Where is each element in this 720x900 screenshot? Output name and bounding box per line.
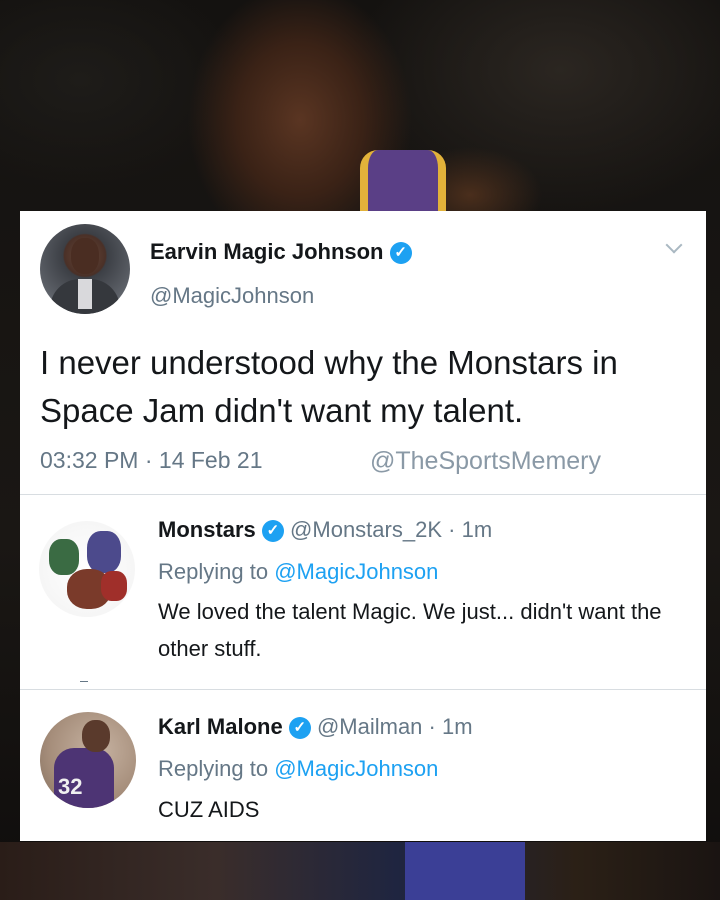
- verified-icon: ✓: [261, 520, 284, 543]
- tweet-time: 03:32 PM: [40, 447, 139, 473]
- tweet-text: I never understood why the Monstars in S…: [40, 344, 618, 429]
- avatar-head: [82, 720, 110, 752]
- avatar-figure: [49, 539, 79, 575]
- avatar-face: [71, 238, 99, 274]
- tweet-meta: 03:32 PM · 14 Feb 21: [40, 447, 263, 474]
- replying-to-link[interactable]: @MagicJohnson: [274, 559, 438, 584]
- divider: [20, 494, 706, 495]
- reply-header: Monstars ✓ @Monstars_2K · 1m: [158, 517, 492, 543]
- meta-separator: ·: [144, 447, 159, 473]
- avatar-karl-malone[interactable]: 32: [40, 712, 136, 808]
- meta-separator: ·: [448, 517, 456, 542]
- tweet-card: Earvin Magic Johnson ✓ @MagicJohnson I n…: [20, 211, 706, 841]
- verified-icon: ✓: [389, 242, 412, 265]
- author-handle[interactable]: @MagicJohnson: [150, 283, 314, 309]
- meta-separator: ·: [428, 714, 436, 739]
- reply-author-handle[interactable]: @Mailman: [317, 714, 422, 739]
- avatar-figure: [101, 571, 127, 601]
- reply-age: 1m: [442, 714, 473, 739]
- divider: [20, 689, 706, 690]
- background-shorts: [405, 842, 525, 900]
- replying-to: Replying to @MagicJohnson: [158, 756, 438, 782]
- avatar-magic-johnson[interactable]: [40, 224, 130, 314]
- chevron-down-icon[interactable]: [665, 236, 683, 254]
- reply-age: 1m: [461, 517, 493, 542]
- tweet-author[interactable]: Earvin Magic Johnson ✓: [150, 239, 412, 265]
- background-jersey: [360, 150, 446, 212]
- divider-mark: [80, 681, 88, 682]
- reply-header: Karl Malone ✓ @Mailman · 1m: [158, 714, 473, 740]
- background-bottom: [0, 842, 720, 900]
- jersey-number: 32: [58, 774, 83, 799]
- reply-text: We loved the talent Magic. We just... di…: [158, 599, 662, 661]
- author-name: Earvin Magic Johnson: [150, 239, 384, 264]
- reply-author-name[interactable]: Monstars: [158, 517, 256, 542]
- replying-to: Replying to @MagicJohnson: [158, 559, 438, 585]
- reply-text: CUZ AIDS: [158, 797, 260, 822]
- avatar-monstars[interactable]: [39, 521, 135, 617]
- avatar-figure: [87, 531, 121, 573]
- reply-author-name[interactable]: Karl Malone: [158, 714, 283, 739]
- watermark: @TheSportsMemery: [370, 447, 601, 475]
- reply-author-handle[interactable]: @Monstars_2K: [290, 517, 442, 542]
- replying-prefix: Replying to: [158, 756, 269, 781]
- verified-icon: ✓: [288, 717, 311, 740]
- replying-to-link[interactable]: @MagicJohnson: [274, 756, 438, 781]
- replying-prefix: Replying to: [158, 559, 269, 584]
- tweet-date[interactable]: 14 Feb 21: [159, 447, 263, 473]
- avatar-shirt: [78, 279, 92, 309]
